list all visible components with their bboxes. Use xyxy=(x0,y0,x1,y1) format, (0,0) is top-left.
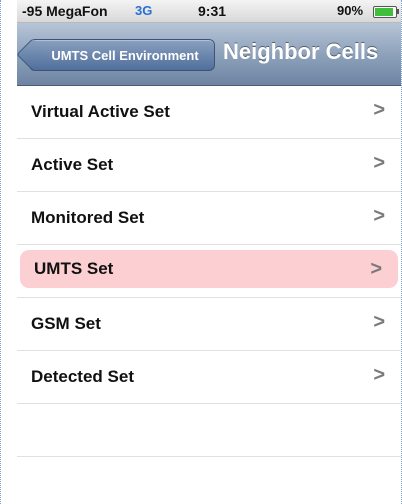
chevron-right-icon: > xyxy=(370,258,382,280)
chevron-right-icon: > xyxy=(373,99,385,121)
list-item-label: GSM Set xyxy=(31,314,101,333)
battery-percent: 90% xyxy=(337,3,364,18)
list-item-wrapper: UMTS Set > xyxy=(17,245,401,298)
page-title: Neighbor Cells xyxy=(223,39,379,64)
list-item-label: Monitored Set xyxy=(31,208,145,227)
list-item-label: Virtual Active Set xyxy=(31,102,170,121)
chevron-right-icon: > xyxy=(373,364,385,386)
list-item-gsm-set[interactable]: GSM Set > xyxy=(17,298,401,351)
chevron-right-icon: > xyxy=(373,152,385,174)
list-item-label: UMTS Set xyxy=(34,259,114,278)
list-item-detected-set[interactable]: Detected Set > xyxy=(17,351,401,404)
chevron-right-icon: > xyxy=(373,311,385,333)
network-type: 3G xyxy=(135,3,153,18)
clock: 9:31 xyxy=(198,3,227,19)
back-button[interactable]: UMTS Cell Environment xyxy=(17,38,215,71)
battery-tip xyxy=(397,9,399,14)
list-item-active-set[interactable]: Active Set > xyxy=(17,139,401,192)
back-arrow-icon xyxy=(17,38,49,71)
list-item-umts-set[interactable]: UMTS Set > xyxy=(20,250,398,288)
chevron-right-icon: > xyxy=(373,205,385,227)
frame-left-border xyxy=(0,0,1,504)
list-item-label: Detected Set xyxy=(31,367,134,386)
list-item-label: Active Set xyxy=(31,155,114,174)
empty-list-row xyxy=(17,404,401,457)
neighbor-cells-list: Virtual Active Set > Active Set > Monito… xyxy=(17,86,401,457)
navigation-bar: UMTS Cell Environment Neighbor Cells xyxy=(17,23,401,86)
carrier-signal: -95 MegaFon xyxy=(22,3,108,19)
phone-screen: -95 MegaFon 3G 9:31 90% UMTS Cell Enviro… xyxy=(17,0,401,504)
list-item-virtual-active-set[interactable]: Virtual Active Set > xyxy=(17,86,401,139)
back-button-label: UMTS Cell Environment xyxy=(51,47,199,63)
status-bar: -95 MegaFon 3G 9:31 90% xyxy=(17,0,401,23)
battery-fill xyxy=(375,8,393,16)
battery-icon xyxy=(373,6,397,18)
list-item-monitored-set[interactable]: Monitored Set > xyxy=(17,192,401,245)
